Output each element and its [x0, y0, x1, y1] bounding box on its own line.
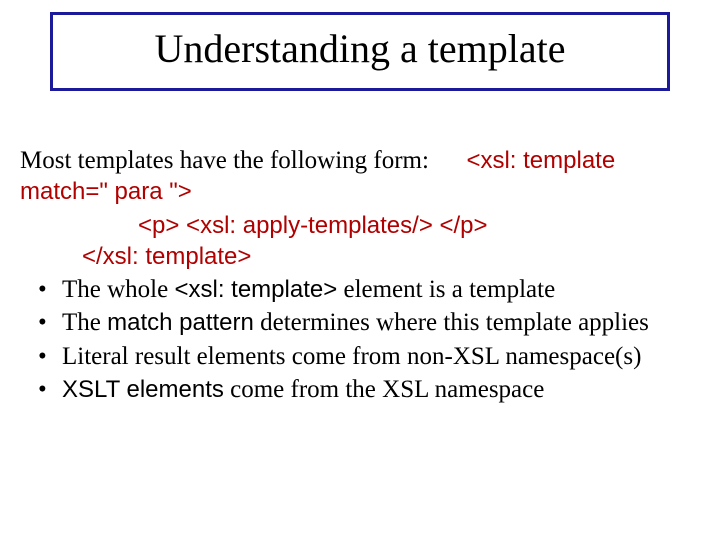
bullet4-b: come from the XSL namespace [224, 376, 544, 403]
intro-block: Most templates have the following form: … [20, 145, 700, 208]
list-item: The match pattern determines where this … [20, 307, 700, 338]
bullet2-a: The [62, 309, 107, 336]
bullet-list: The whole <xsl: template> element is a t… [20, 274, 700, 405]
slide-content: Most templates have the following form: … [20, 145, 700, 405]
code-line-body: <p> <xsl: apply-templates/> </p> [138, 210, 700, 241]
code-line-close: </xsl: template> [82, 241, 700, 272]
slide-title: Understanding a template [73, 25, 647, 72]
intro-text: Most templates have the following form: [20, 147, 429, 174]
bullet3: Literal result elements come from non-XS… [62, 343, 641, 370]
bullet2-code: match pattern [107, 309, 254, 336]
bullet1-code: <xsl: template> [174, 276, 337, 303]
bullet4-code: XSLT elements [62, 376, 224, 403]
bullet2-b: determines where this template applies [254, 309, 649, 336]
bullet1-b: element is a template [337, 276, 555, 303]
title-box: Understanding a template [50, 12, 670, 91]
list-item: The whole <xsl: template> element is a t… [20, 274, 700, 305]
list-item: Literal result elements come from non-XS… [20, 341, 700, 372]
list-item: XSLT elements come from the XSL namespac… [20, 374, 700, 405]
code-template-close: </xsl: template> [82, 243, 251, 270]
code-apply-templates: <p> <xsl: apply-templates/> </p> [138, 212, 488, 239]
bullet1-a: The whole [62, 276, 174, 303]
